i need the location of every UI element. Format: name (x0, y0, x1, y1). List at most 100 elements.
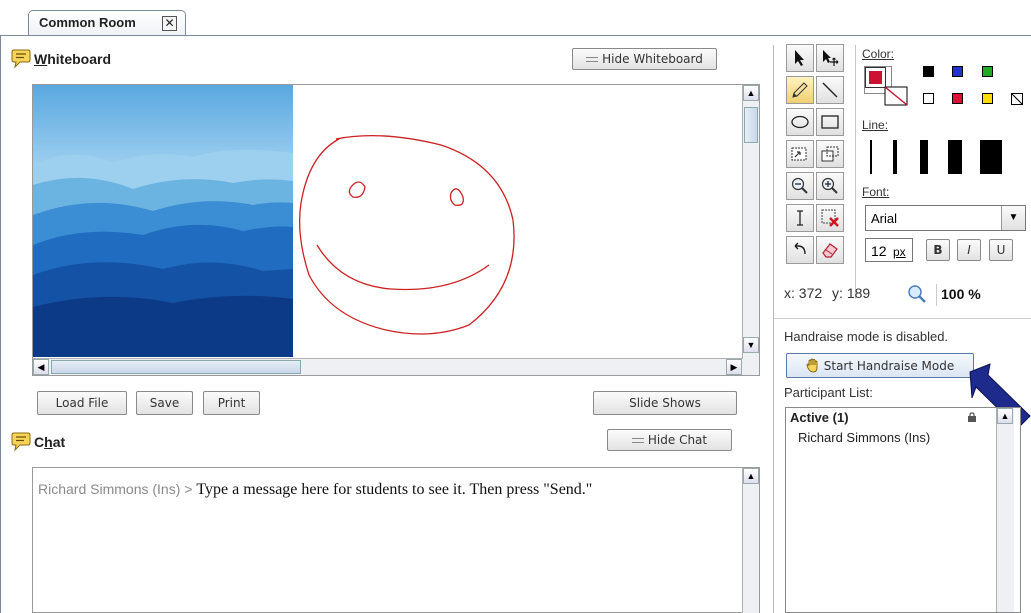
text-cursor-tool-icon[interactable] (786, 204, 814, 232)
line-width-2[interactable] (893, 140, 897, 174)
toolbox-divider (855, 45, 856, 299)
hide-chat-label: Hide Chat (647, 433, 708, 447)
scroll-left-arrow-icon[interactable]: ◀ (33, 359, 49, 375)
chat-title-rest: at (52, 434, 66, 450)
line-width-1[interactable] (870, 140, 872, 174)
load-file-button[interactable]: Load File (37, 391, 127, 415)
active-group-header[interactable]: Active (1) (786, 408, 996, 428)
x-label: x: (784, 285, 795, 301)
font-label: Font: (862, 185, 890, 199)
whiteboard-title: Whiteboard (34, 51, 111, 67)
foreground-color-inner (868, 70, 883, 85)
scroll-down-arrow-icon[interactable]: ▼ (743, 337, 759, 353)
chat-message-text: Type a message here for students to see … (196, 481, 593, 498)
print-button[interactable]: Print (203, 391, 260, 415)
undo-tool-icon[interactable] (786, 236, 814, 264)
zoom-level: 100 % (941, 286, 981, 302)
scroll-right-arrow-icon[interactable]: ▶ (726, 359, 742, 375)
chevron-down-icon[interactable]: ▼ (1001, 206, 1025, 230)
whiteboard-horizontal-scrollbar[interactable]: ◀ ▶ (33, 358, 743, 375)
frame-left-border (0, 35, 1, 613)
background-color-swatch (884, 86, 908, 106)
zoom-divider (936, 284, 937, 306)
chat-vertical-scrollbar[interactable]: ▲ (742, 468, 759, 613)
color-label: Color: (862, 47, 895, 61)
smiley-drawing (299, 134, 515, 335)
coords-divider (774, 318, 1031, 319)
chat-message: Richard Simmons (Ins) > Type a message h… (38, 481, 592, 499)
scroll-up-arrow-icon[interactable]: ▲ (743, 85, 759, 101)
whiteboard-canvas[interactable] (32, 84, 760, 376)
chat-transcript[interactable]: Richard Simmons (Ins) > Type a message h… (32, 467, 760, 613)
participant-vertical-scrollbar[interactable]: ▲ (996, 408, 1014, 612)
tab-close-icon[interactable]: ✕ (162, 16, 177, 31)
color-swatch-blue[interactable] (952, 66, 963, 77)
app-window: Common Room ✕ Whiteboard Hide Whiteboard (0, 0, 1031, 613)
font-select-value: Arial (871, 211, 898, 226)
whiteboard-speech-icon (11, 49, 31, 69)
hide-whiteboard-label: Hide Whiteboard (602, 52, 703, 66)
mountain-image (33, 85, 293, 357)
x-value: 372 (798, 285, 823, 301)
no-color-swatch-icon[interactable] (1011, 93, 1023, 105)
line-width-4[interactable] (948, 140, 962, 174)
pencil-tool-icon[interactable] (786, 76, 814, 104)
color-swatch-black[interactable] (923, 66, 934, 77)
chat-title-first: C (34, 434, 45, 450)
line-tool-icon[interactable] (816, 76, 844, 104)
tab-common-room[interactable]: Common Room ✕ (28, 10, 186, 36)
select-arrow-tool-icon[interactable] (786, 44, 814, 72)
ellipse-tool-icon[interactable] (786, 108, 814, 136)
color-swatch-green[interactable] (982, 66, 993, 77)
active-group-label: Active (1) (790, 410, 849, 425)
start-handraise-button[interactable]: Start Handraise Mode (786, 353, 974, 378)
zoom-out-tool-icon[interactable] (786, 172, 814, 200)
start-handraise-label: Start Handraise Mode (823, 359, 955, 373)
color-swatch-white[interactable] (923, 93, 934, 104)
whiteboard-vscroll-thumb[interactable] (744, 107, 758, 143)
participant-list-label: Participant List: (784, 385, 873, 400)
line-width-5[interactable] (980, 140, 1002, 174)
whiteboard-hscroll-thumb[interactable] (51, 360, 301, 374)
chat-title: Chat (34, 434, 65, 450)
line-width-3[interactable] (920, 140, 928, 174)
right-panel-divider (773, 45, 774, 613)
chat-separator: > (180, 481, 197, 497)
color-swatch-red[interactable] (952, 93, 963, 104)
collapse-icon (586, 57, 599, 62)
font-select[interactable]: Arial ▼ (865, 205, 1026, 231)
move-select-tool-icon[interactable] (816, 44, 844, 72)
participant-list[interactable]: Active (1) Richard Simmons (Ins) ▲ (785, 407, 1021, 613)
slide-shows-button[interactable]: Slide Shows (593, 391, 737, 415)
copy-object-tool-icon[interactable] (816, 140, 844, 168)
raised-hand-icon (806, 358, 818, 373)
whiteboard-vertical-scrollbar[interactable]: ▲ ▼ (742, 85, 759, 375)
line-label: Line: (862, 118, 889, 132)
eraser-tool-icon[interactable] (816, 236, 844, 264)
hide-whiteboard-button[interactable]: Hide Whiteboard (572, 48, 717, 70)
chat-scroll-up-arrow-icon[interactable]: ▲ (743, 468, 759, 484)
y-label: y: (832, 285, 843, 301)
zoom-in-tool-icon[interactable] (816, 172, 844, 200)
underline-button[interactable]: U (989, 239, 1013, 261)
chat-sender: Richard Simmons (Ins) (38, 481, 181, 497)
participant-item[interactable]: Richard Simmons (Ins) (798, 430, 930, 445)
handraise-status: Handraise mode is disabled. (784, 329, 949, 344)
hide-chat-button[interactable]: Hide Chat (607, 429, 732, 451)
whiteboard-title-rest: hiteboard (47, 51, 111, 67)
coordinate-readout: x: 372 y: 189 (784, 285, 870, 301)
delete-selection-tool-icon[interactable] (816, 204, 844, 232)
image-insert-tool-icon[interactable] (786, 140, 814, 168)
magnifier-icon (908, 285, 926, 303)
italic-button[interactable]: I (957, 239, 981, 261)
chat-speech-icon (11, 432, 31, 452)
save-button[interactable]: Save (136, 391, 193, 415)
color-swatch-yellow[interactable] (982, 93, 993, 104)
font-size-field[interactable]: 12 px (865, 238, 913, 262)
rectangle-tool-icon[interactable] (816, 108, 844, 136)
participant-scroll-up-arrow-icon[interactable]: ▲ (997, 408, 1013, 424)
frame-top-border (0, 35, 1031, 36)
whiteboard-title-mnemonic: W (34, 51, 48, 67)
font-size-value: 12 (871, 243, 887, 259)
bold-button[interactable]: B (926, 239, 950, 261)
